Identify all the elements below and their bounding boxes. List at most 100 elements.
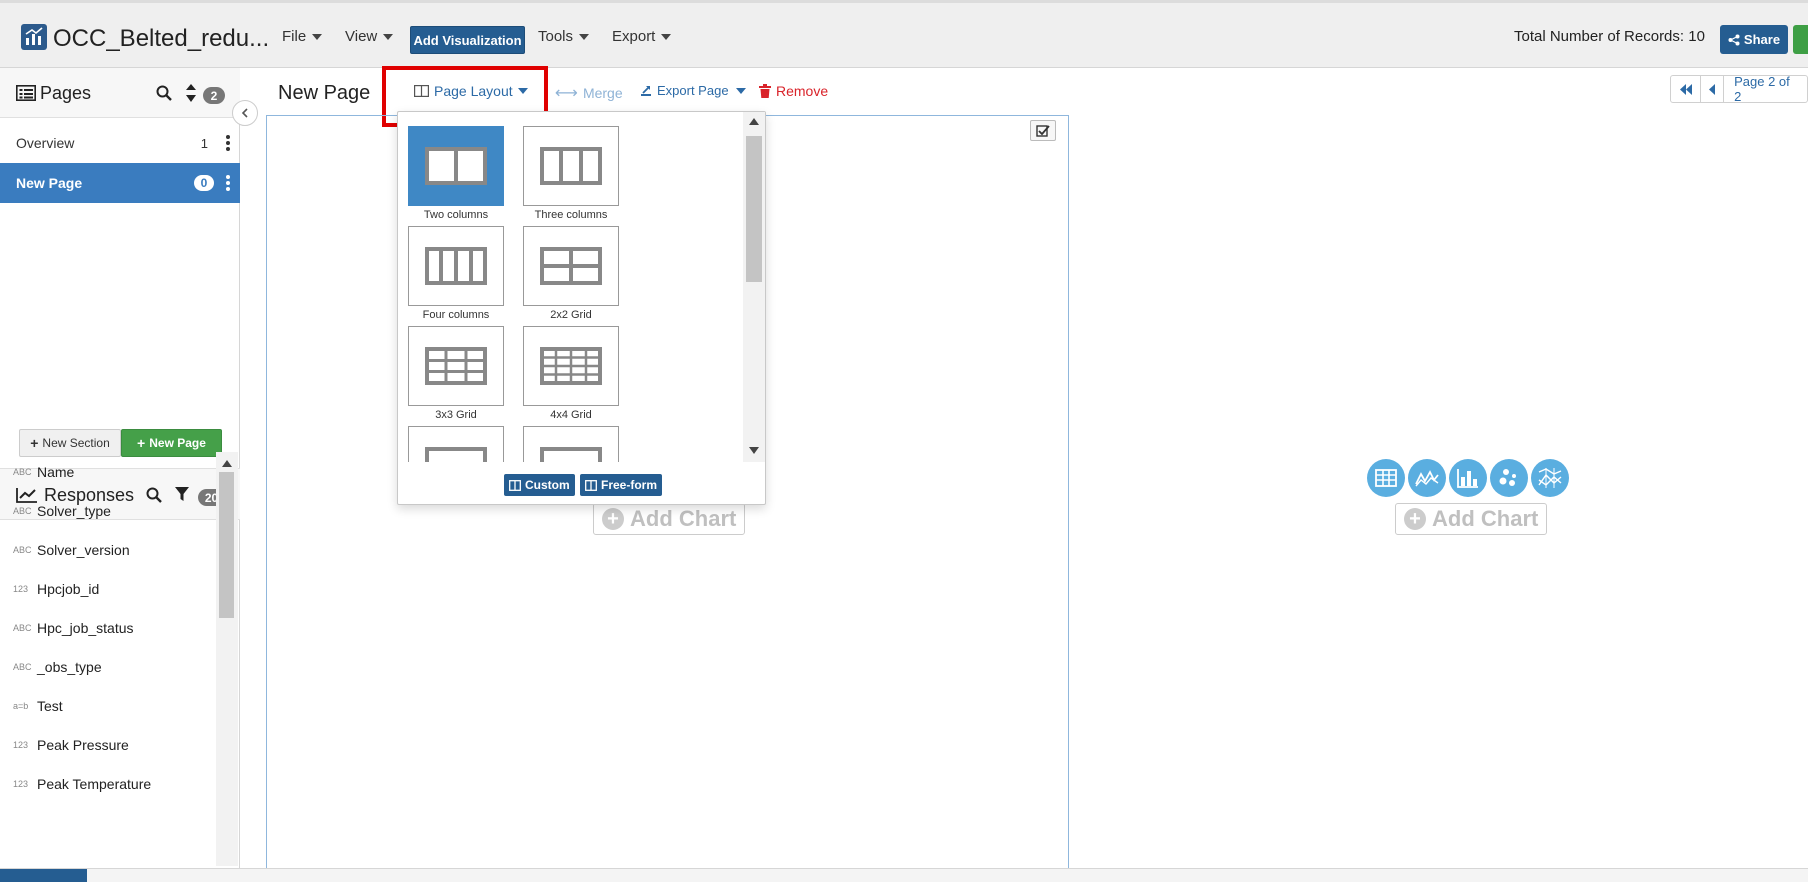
response-name: Name	[37, 463, 75, 480]
more-options-icon[interactable]	[226, 175, 230, 191]
first-page-button[interactable]	[1671, 76, 1702, 102]
page-item-label: Overview	[16, 135, 75, 151]
add-visualization-button[interactable]: Add Visualization	[410, 26, 525, 54]
list-item[interactable]: 123 Peak Temperature	[0, 764, 216, 803]
chart-type-icons	[1367, 459, 1569, 497]
scroll-down-icon[interactable]	[749, 447, 759, 454]
four-columns-icon	[425, 247, 487, 285]
custom-label: Custom	[525, 478, 570, 492]
responses-scrollbar[interactable]	[216, 452, 238, 866]
layout-two-columns[interactable]	[408, 126, 504, 206]
layout-4x4-grid[interactable]	[523, 326, 619, 406]
pages-count-badge: 2	[203, 87, 225, 104]
menu-export-label: Export	[612, 28, 656, 45]
share-icon	[1728, 34, 1740, 45]
new-section-label: New Section	[42, 436, 110, 450]
app-title: OCC_Belted_redu...	[53, 25, 270, 52]
list-item[interactable]: 123 Hpcjob_id	[0, 569, 216, 608]
save-button[interactable]	[1793, 25, 1808, 54]
list-item[interactable]: ABC Solver_version	[0, 530, 216, 569]
total-records: Total Number of Records: 10	[1514, 28, 1705, 45]
scrollbar-thumb[interactable]	[746, 136, 762, 282]
page-title: New Page	[278, 82, 371, 104]
menu-tools[interactable]: Tools	[538, 28, 590, 45]
export-page-button[interactable]: Export Page	[640, 83, 746, 98]
search-icon[interactable]	[156, 85, 172, 101]
more-options-icon[interactable]	[226, 135, 230, 151]
plus-circle-icon: +	[1404, 508, 1426, 530]
scroll-up-icon[interactable]	[749, 118, 759, 125]
layout-2x2-grid[interactable]	[523, 226, 619, 306]
layout-options: Two columns Three columns Four columns 2…	[398, 112, 743, 462]
freeform-layout-button[interactable]: Free-form	[580, 474, 663, 496]
select-panel-checkbox[interactable]	[1030, 120, 1056, 141]
app-logo-icon	[21, 24, 47, 50]
double-chevron-left-icon	[1679, 83, 1692, 95]
remove-button[interactable]: Remove	[759, 83, 828, 99]
type-badge: ABC	[13, 505, 32, 516]
list-item[interactable]: ABC _obs_type	[0, 647, 216, 686]
three-columns-icon	[540, 147, 602, 185]
layout-four-columns[interactable]	[408, 226, 504, 306]
status-bar-tab[interactable]	[0, 869, 87, 882]
bar-chart-icon[interactable]	[1449, 459, 1487, 497]
layout-three-columns[interactable]	[523, 126, 619, 206]
list-item[interactable]: 123 Peak Pressure	[0, 725, 216, 764]
layout-3x3-grid[interactable]	[408, 326, 504, 406]
grid-4x4-icon	[540, 347, 602, 385]
list-item[interactable]: ABC Name	[0, 452, 216, 491]
type-badge: a=b	[13, 700, 29, 711]
menu-view-label: View	[345, 28, 378, 45]
grid-2x2-icon	[540, 247, 602, 285]
response-name: Peak Pressure	[37, 736, 129, 753]
layout-option-more[interactable]	[523, 426, 619, 462]
menu-file-label: File	[282, 28, 307, 45]
response-name: Hpcjob_id	[37, 580, 100, 597]
export-page-label: Export Page	[657, 83, 729, 98]
line-chart-icon[interactable]	[1408, 459, 1446, 497]
scroll-up-icon[interactable]	[222, 460, 232, 467]
type-badge: 123	[13, 583, 29, 594]
type-badge: ABC	[13, 544, 32, 555]
plus-icon: +	[137, 435, 146, 451]
layout-option-more[interactable]	[408, 426, 504, 462]
layout-label: Four columns	[422, 309, 490, 321]
pages-header: Pages 2	[0, 68, 240, 118]
custom-layout-button[interactable]: Custom	[504, 474, 575, 496]
share-label: Share	[1743, 32, 1781, 47]
merge-button[interactable]: ⟷ Merge	[555, 83, 623, 103]
add-chart-button[interactable]: + Add Chart	[593, 503, 746, 535]
page-indicator: Page 2 of 2	[1734, 74, 1790, 104]
table-icon[interactable]	[1367, 459, 1405, 497]
page-item-overview[interactable]: Overview 1	[0, 123, 240, 163]
caret-down-icon	[579, 33, 590, 40]
pages-list-icon	[16, 85, 36, 101]
layout-label: 4x4 Grid	[550, 409, 592, 421]
add-chart-button[interactable]: + Add Chart	[1395, 503, 1548, 535]
menu-view[interactable]: View	[345, 28, 394, 45]
scatter-icon[interactable]	[1490, 459, 1528, 497]
page-item-new-page[interactable]: New Page 0	[0, 163, 240, 203]
top-bar: OCC_Belted_redu... File View Add Visuali…	[0, 0, 1808, 68]
add-chart-label: Add Chart	[1432, 506, 1539, 531]
layout-label: Three columns	[534, 209, 608, 221]
new-page-label: New Page	[149, 436, 206, 450]
menu-file[interactable]: File	[282, 28, 323, 45]
remove-label: Remove	[776, 83, 829, 99]
layout-label: 3x3 Grid	[435, 409, 477, 421]
response-name: Test	[37, 697, 63, 714]
scrollbar-thumb[interactable]	[219, 472, 234, 618]
collapse-sidebar-button[interactable]	[232, 100, 258, 126]
menu-export[interactable]: Export	[612, 28, 672, 45]
layout-scrollbar[interactable]	[743, 112, 765, 462]
merge-label: Merge	[582, 85, 623, 101]
response-name: Solver_type	[37, 502, 111, 519]
page-layout-dropdown: Two columns Three columns Four columns 2…	[397, 111, 766, 505]
list-item[interactable]: a=b Test	[0, 686, 216, 725]
share-button[interactable]: Share	[1720, 25, 1788, 54]
list-item[interactable]: ABC Hpc_job_status	[0, 608, 216, 647]
parallel-coordinates-icon[interactable]	[1531, 459, 1569, 497]
sort-icon[interactable]	[186, 84, 196, 102]
previous-page-button[interactable]	[1701, 76, 1725, 102]
list-item[interactable]: ABC Solver_type	[0, 491, 216, 530]
